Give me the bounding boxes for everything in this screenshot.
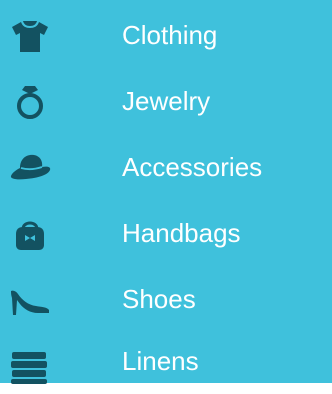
hat-icon <box>8 146 52 190</box>
menu-item-accessories-label: Accessories <box>122 152 263 182</box>
tshirt-icon <box>8 14 52 58</box>
menu-item-clothing[interactable]: Clothing <box>0 4 332 68</box>
ring-icon <box>8 80 52 124</box>
menu-item-handbags[interactable]: Handbags <box>0 202 332 266</box>
menu-item-clothing-label: Clothing <box>122 20 218 50</box>
menu-item-jewelry[interactable]: Jewelry <box>0 70 332 134</box>
menu-item-handbags-label: Handbags <box>122 218 241 248</box>
menu-item-linens-label: Linens <box>122 346 199 376</box>
menu-item-jewelry-label: Jewelry <box>122 86 211 116</box>
menu-item-linens[interactable]: Linens <box>0 330 332 394</box>
high-heel-icon <box>8 278 52 322</box>
menu-item-shoes[interactable]: Shoes <box>0 268 332 332</box>
category-menu: Clothing Jewelry Accessories Handbags Sh… <box>0 0 332 384</box>
menu-item-accessories[interactable]: Accessories <box>0 136 332 200</box>
folded-linens-icon <box>8 340 52 384</box>
menu-item-shoes-label: Shoes <box>122 284 196 314</box>
handbag-icon <box>8 212 52 256</box>
